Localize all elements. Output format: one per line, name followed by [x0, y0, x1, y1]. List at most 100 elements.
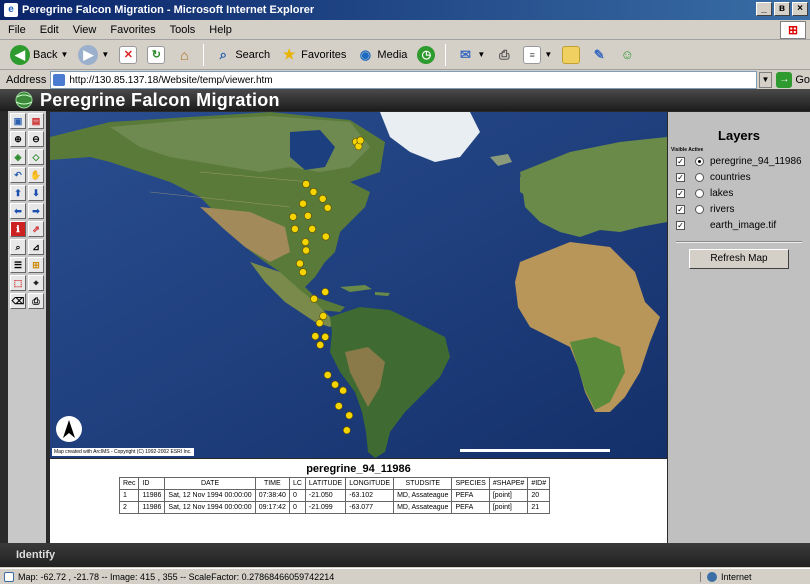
stop-button[interactable]: ✕	[117, 43, 139, 67]
folder-button[interactable]	[560, 43, 582, 67]
back-extent-tool[interactable]: ↶	[10, 167, 26, 183]
falcon-location-point[interactable]	[331, 380, 339, 389]
table-row[interactable]: 1 11986 Sat, 12 Nov 1994 00:00:00 07:38:…	[118, 489, 551, 502]
find-tool[interactable]: ⌕	[10, 239, 26, 255]
map-view[interactable]: Map created with ArcIMS - Copyright (C) …	[50, 112, 667, 458]
zoom-in-tool[interactable]: ⊕	[10, 131, 26, 147]
layer-visible-checkbox[interactable]: ✓	[676, 188, 685, 198]
back-button[interactable]: ◀ Back ▼	[8, 43, 70, 67]
identify-tool[interactable]: ℹ	[10, 221, 26, 237]
zoom-out-tool[interactable]: ⊖	[28, 131, 44, 147]
zoom-active-tool[interactable]: ◇	[28, 149, 44, 165]
select-zoom-tool[interactable]: ⌖	[28, 275, 44, 291]
pan-west-tool[interactable]: ⬅	[10, 203, 26, 219]
falcon-location-point[interactable]	[299, 199, 307, 208]
forward-dropdown-icon[interactable]: ▼	[101, 50, 109, 59]
falcon-location-point[interactable]	[295, 259, 304, 268]
hyperlink-tool[interactable]: ⇗	[28, 221, 44, 237]
toggle-legend-tool[interactable]: ▤	[28, 113, 44, 129]
layer-name: lakes	[710, 187, 734, 199]
falcon-location-point[interactable]	[319, 312, 328, 320]
messenger-button[interactable]: ☺	[616, 43, 638, 67]
falcon-location-point[interactable]	[290, 225, 299, 233]
zoom-full-tool[interactable]: ◈	[10, 149, 26, 165]
pan-east-tool[interactable]: ➡	[28, 203, 44, 219]
falcon-location-point[interactable]	[345, 411, 354, 420]
falcon-location-point[interactable]	[302, 246, 310, 255]
menu-tools[interactable]: Tools	[170, 24, 196, 36]
print-map-tool[interactable]: ⎙	[28, 293, 44, 309]
layer-name: rivers	[710, 203, 735, 215]
query-tool[interactable]: ☰	[10, 257, 26, 273]
refresh-button[interactable]: ↻	[145, 43, 167, 67]
print-button[interactable]: ⎙	[493, 43, 515, 67]
close-button[interactable]: ×	[792, 2, 808, 16]
falcon-location-point[interactable]	[342, 426, 351, 435]
falcon-location-point[interactable]	[303, 211, 312, 220]
search-button[interactable]: ⌕ Search	[212, 43, 272, 67]
falcon-location-point[interactable]	[315, 319, 324, 327]
mail-button[interactable]: ✉ ▼	[454, 43, 487, 67]
back-dropdown-icon[interactable]: ▼	[60, 50, 68, 59]
falcon-location-point[interactable]	[334, 402, 343, 410]
falcon-location-point[interactable]	[318, 194, 327, 203]
favorites-button[interactable]: ★ Favorites	[278, 43, 348, 67]
forward-button[interactable]: ▶ ▼	[76, 43, 111, 67]
media-button[interactable]: ◉ Media	[354, 43, 409, 67]
falcon-location-point[interactable]	[321, 232, 330, 241]
falcon-location-point[interactable]	[308, 225, 317, 233]
falcon-location-point[interactable]	[321, 287, 330, 296]
pan-hand-tool[interactable]: ✋	[28, 167, 44, 183]
select-rect-tool[interactable]: ⬚	[10, 275, 26, 291]
pan-north-tool[interactable]: ⬆	[10, 185, 26, 201]
falcon-location-point[interactable]	[302, 180, 310, 188]
falcon-location-point[interactable]	[339, 386, 347, 395]
select-tool[interactable]: ⊞	[28, 257, 44, 273]
falcon-location-point[interactable]	[356, 136, 365, 145]
falcon-location-point[interactable]	[299, 268, 307, 277]
cell: [point]	[488, 489, 529, 502]
layer-row-countries: ✓ countries	[668, 169, 810, 185]
falcon-location-point[interactable]	[310, 294, 318, 303]
falcon-location-point[interactable]	[316, 340, 325, 349]
restore-button[interactable]: в	[774, 2, 790, 16]
layer-active-radio[interactable]	[695, 156, 704, 166]
pan-south-tool[interactable]: ⬇	[28, 185, 44, 201]
layer-visible-checkbox[interactable]: ✓	[676, 172, 685, 182]
falcon-location-point[interactable]	[311, 332, 320, 341]
minimize-button[interactable]: _	[756, 2, 772, 16]
clear-selection-tool[interactable]: ⌫	[10, 293, 26, 309]
falcon-location-point[interactable]	[289, 212, 297, 221]
measure-tool[interactable]: ⊿	[28, 239, 44, 255]
layer-visible-checkbox[interactable]: ✓	[676, 204, 685, 214]
menu-view[interactable]: View	[73, 24, 97, 36]
layer-active-radio[interactable]	[695, 172, 704, 182]
mail-dropdown-icon[interactable]: ▼	[477, 50, 485, 59]
edit-dropdown-icon[interactable]: ▼	[544, 50, 552, 59]
falcon-location-point[interactable]	[301, 238, 310, 247]
table-row[interactable]: 2 11986 Sat, 12 Nov 1994 00:00:00 09:17:…	[118, 501, 551, 514]
history-button[interactable]: ◷	[415, 43, 437, 67]
menu-favorites[interactable]: Favorites	[110, 24, 155, 36]
toggle-overview-tool[interactable]: ▣	[10, 113, 26, 129]
falcon-location-point[interactable]	[323, 371, 332, 379]
home-button[interactable]: ⌂	[173, 43, 195, 67]
menu-help[interactable]: Help	[209, 24, 232, 36]
layer-active-radio[interactable]	[695, 188, 704, 198]
edit-button[interactable]: ≡ ▼	[521, 43, 554, 67]
layer-visible-checkbox[interactable]: ✓	[676, 220, 685, 230]
address-input[interactable]: http://130.85.137.18/Website/temp/viewer…	[50, 71, 757, 89]
back-arrow-icon: ◀	[10, 44, 30, 65]
menu-file[interactable]: File	[8, 24, 26, 36]
layer-visible-checkbox[interactable]: ✓	[676, 156, 685, 166]
layer-active-radio[interactable]	[695, 204, 704, 214]
go-button[interactable]: → Go	[776, 72, 810, 88]
address-dropdown-button[interactable]: ▼	[758, 72, 773, 88]
menu-edit[interactable]: Edit	[40, 24, 59, 36]
refresh-map-button[interactable]: Refresh Map	[689, 249, 789, 269]
falcon-location-point[interactable]	[323, 203, 332, 212]
falcon-location-point[interactable]	[321, 332, 330, 341]
window-controls: _ в ×	[756, 2, 808, 16]
falcon-location-point[interactable]	[309, 188, 318, 196]
research-button[interactable]: ✎	[588, 43, 610, 67]
